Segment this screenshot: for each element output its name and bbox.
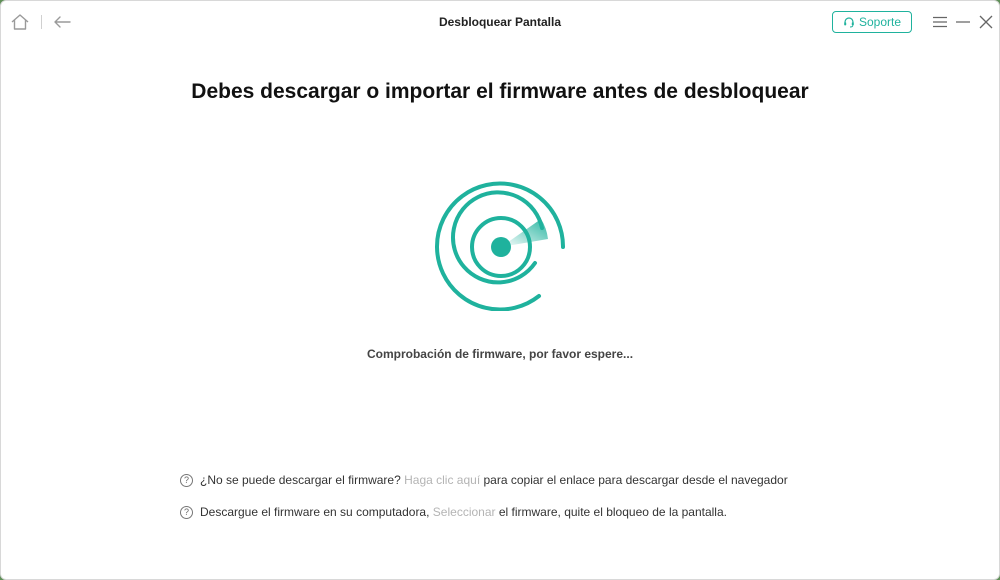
support-button[interactable]: Soporte [832, 11, 912, 33]
support-label: Soporte [858, 15, 902, 29]
download-help-hint: ? ¿No se puede descargar el firmware? Ha… [180, 472, 788, 488]
hint-text: ¿No se puede descargar el firmware? [200, 473, 401, 487]
select-firmware-link[interactable]: Seleccionar [433, 505, 496, 519]
help-icon: ? [180, 473, 193, 487]
hint-text: para copiar el enlace para descargar des… [483, 473, 788, 487]
title-bar: Desbloquear Pantalla Soporte [1, 1, 999, 45]
app-window: Desbloquear Pantalla Soporte Debes desca… [0, 0, 1000, 580]
menu-icon[interactable] [929, 11, 951, 33]
hint-text: el firmware, quite el bloqueo de la pant… [498, 505, 727, 519]
help-icon: ? [180, 505, 193, 519]
click-here-link[interactable]: Haga clic aquí [404, 473, 480, 487]
loading-radar-icon [431, 181, 571, 312]
minimize-icon[interactable] [952, 11, 974, 33]
import-help-hint: ? Descargue el firmware en su computador… [180, 504, 727, 520]
status-text: Comprobación de firmware, por favor espe… [366, 347, 634, 361]
hint-text: Descargue el firmware en su computadora, [200, 505, 430, 519]
headset-icon [844, 17, 854, 28]
page-title: Debes descargar o importar el firmware a… [191, 80, 809, 103]
close-icon[interactable] [975, 11, 997, 33]
